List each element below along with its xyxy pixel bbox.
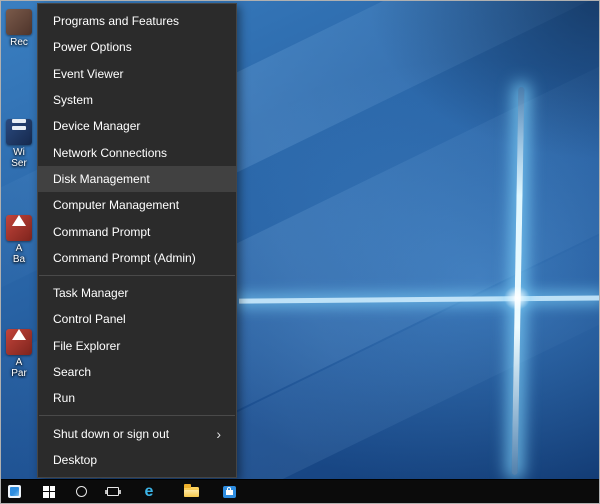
- chevron-right-icon: ›: [216, 427, 221, 441]
- window-logo-horizontal-glow: [239, 295, 600, 303]
- window-logo-glow-node: [504, 286, 530, 310]
- menu-item-power-options[interactable]: Power Options: [38, 34, 236, 60]
- menu-item-system[interactable]: System: [38, 87, 236, 113]
- menu-separator: [39, 275, 235, 276]
- desktop-icon-label: APar: [1, 357, 37, 379]
- taskbar-edge[interactable]: e: [137, 480, 161, 503]
- menu-item-computer-management[interactable]: Computer Management: [38, 192, 236, 218]
- task-view-button[interactable]: [101, 480, 125, 503]
- task-view-icon: [107, 487, 119, 496]
- menu-item-event-viewer[interactable]: Event Viewer: [38, 61, 236, 87]
- desktop-icon-label: ABa: [1, 243, 37, 265]
- desktop-icon-win-server[interactable]: WiSer: [1, 113, 37, 169]
- desktop-icon-recycle-bin[interactable]: Rec: [1, 9, 37, 48]
- menu-item-task-manager[interactable]: Task Manager: [38, 280, 236, 306]
- pinned-app-icon: [8, 485, 21, 498]
- recycle-bin-icon: [6, 9, 32, 35]
- taskbar-store[interactable]: [217, 480, 241, 503]
- menu-item-search[interactable]: Search: [38, 359, 236, 385]
- desktop-icon-backup-app[interactable]: ABa: [1, 209, 37, 265]
- menu-item-desktop[interactable]: Desktop: [38, 447, 236, 473]
- search-icon: [76, 486, 87, 497]
- app-icon: [6, 215, 32, 241]
- edge-icon: e: [145, 484, 154, 500]
- winx-menu: Programs and Features Power Options Even…: [37, 3, 237, 478]
- desktop-screen: Rec WiSer ABa APar Programs and Features…: [0, 0, 600, 504]
- desktop-icon-partition-app[interactable]: APar: [1, 323, 37, 379]
- desktop-icon-label: WiSer: [1, 147, 37, 169]
- menu-item-file-explorer[interactable]: File Explorer: [38, 333, 236, 359]
- taskbar: e: [1, 479, 599, 503]
- menu-item-shut-down-or-sign-out[interactable]: Shut down or sign out ›: [38, 420, 236, 446]
- app-icon: [6, 329, 32, 355]
- menu-item-programs-and-features[interactable]: Programs and Features: [38, 8, 236, 34]
- menu-item-network-connections[interactable]: Network Connections: [38, 139, 236, 165]
- taskbar-pinned-app[interactable]: [3, 480, 25, 503]
- store-icon: [223, 486, 236, 498]
- menu-separator: [39, 415, 235, 416]
- menu-item-label: Shut down or sign out: [53, 427, 169, 441]
- app-icon: [6, 119, 32, 145]
- start-button[interactable]: [37, 480, 61, 503]
- search-button[interactable]: [69, 480, 93, 503]
- menu-item-run[interactable]: Run: [38, 385, 236, 411]
- desktop-icon-label: Rec: [1, 37, 37, 48]
- menu-item-device-manager[interactable]: Device Manager: [38, 113, 236, 139]
- taskbar-file-explorer[interactable]: [179, 480, 203, 503]
- menu-item-control-panel[interactable]: Control Panel: [38, 306, 236, 332]
- file-explorer-icon: [184, 487, 199, 497]
- menu-item-command-prompt-admin[interactable]: Command Prompt (Admin): [38, 245, 236, 271]
- menu-item-disk-management[interactable]: Disk Management: [38, 166, 236, 192]
- menu-item-command-prompt[interactable]: Command Prompt: [38, 218, 236, 244]
- windows-logo-icon: [43, 486, 55, 498]
- window-logo-vertical-glow: [512, 87, 525, 475]
